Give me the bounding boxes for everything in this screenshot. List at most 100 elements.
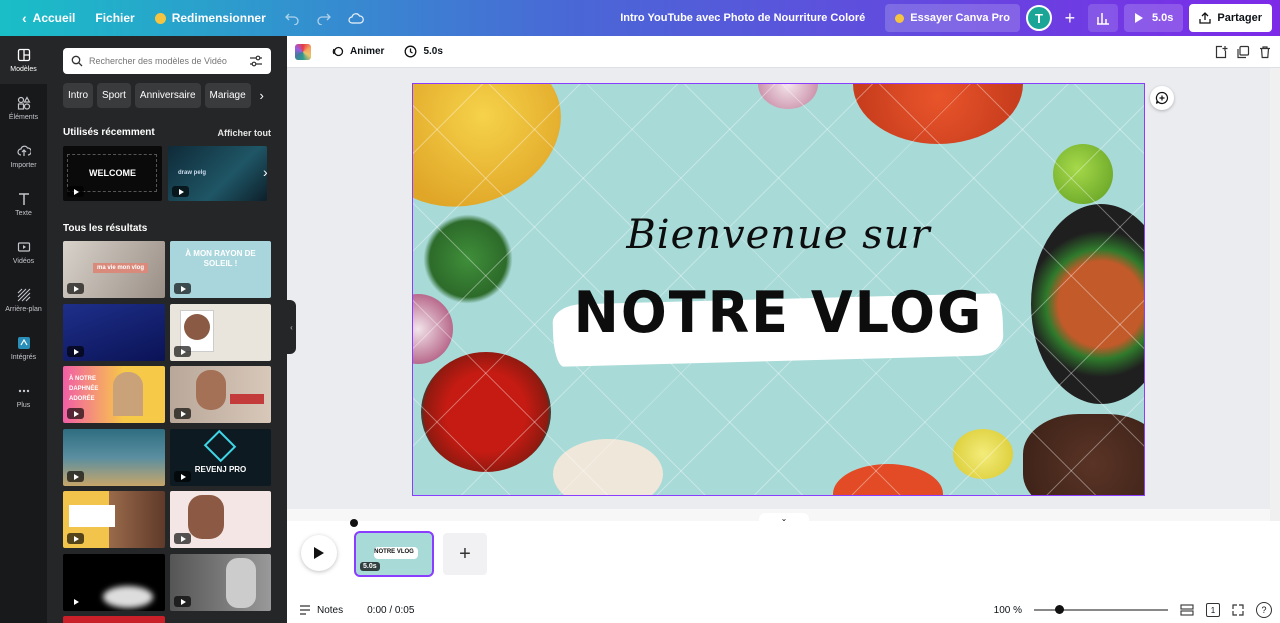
recent-template-welcome[interactable]: WELCOME — [63, 146, 162, 201]
show-all-link[interactable]: Afficher tout — [218, 128, 272, 138]
notes-label: Notes — [317, 604, 344, 616]
home-button[interactable]: ‹ Accueil — [12, 0, 85, 36]
file-label: Fichier — [95, 11, 135, 25]
upload-icon — [1199, 12, 1212, 24]
timeline-play-button[interactable] — [301, 535, 337, 571]
help-button[interactable]: ? — [1256, 602, 1272, 618]
duration-label: 5.0s — [423, 46, 443, 57]
zoom-slider-knob[interactable] — [1054, 605, 1064, 614]
avatar[interactable]: T — [1025, 5, 1052, 31]
playhead-marker[interactable] — [350, 519, 358, 527]
rail-item-more[interactable]: Plus — [0, 372, 47, 420]
recent-section-title: Utilisés récemment — [63, 127, 155, 138]
rail-item-background[interactable]: Arrière-plan — [0, 276, 47, 324]
template-thumb[interactable] — [170, 554, 271, 611]
file-menu[interactable]: Fichier — [85, 0, 144, 36]
grid-view-icon[interactable] — [1180, 604, 1194, 616]
trash-icon[interactable] — [1258, 45, 1272, 59]
template-thumb[interactable] — [63, 429, 165, 486]
rail-item-videos[interactable]: Vidéos — [0, 228, 47, 276]
template-thumb[interactable] — [63, 616, 165, 623]
undo-button[interactable] — [276, 0, 308, 36]
chip-anniversaire[interactable]: Anniversaire — [134, 83, 201, 108]
play-badge-icon — [67, 186, 84, 197]
redo-icon — [317, 13, 331, 25]
more-dots-icon — [18, 389, 29, 392]
timeline-toggle-button[interactable]: ⌄ — [759, 513, 809, 523]
document-title[interactable]: Intro YouTube avec Photo de Nourriture C… — [620, 12, 865, 24]
search-input[interactable] — [89, 56, 243, 66]
rail-item-integrations[interactable]: Intégrés — [0, 324, 47, 372]
timeline-clip[interactable]: NOTRE VLOG 5.0s — [354, 531, 434, 577]
play-badge-icon — [67, 283, 84, 294]
color-picker-button[interactable] — [295, 43, 311, 60]
filter-icon[interactable] — [249, 55, 263, 67]
insights-button[interactable] — [1087, 4, 1118, 32]
rail-label: Vidéos — [12, 257, 35, 265]
chevron-down-icon: ⌄ — [780, 513, 788, 523]
add-comment-button[interactable] — [1150, 86, 1174, 110]
preview-duration-label: 5.0s — [1151, 12, 1174, 24]
canvas-script-text[interactable]: Bienvenue sur — [413, 212, 1144, 258]
chip-sport[interactable]: Sport — [97, 83, 131, 108]
add-page-icon[interactable] — [1214, 45, 1228, 59]
duration-button[interactable]: 5.0s — [404, 36, 443, 67]
cloud-save-button[interactable] — [340, 0, 372, 36]
rail-item-upload[interactable]: Importer — [0, 132, 47, 180]
rail-label: Modèles — [10, 65, 37, 73]
play-icon — [1134, 13, 1143, 23]
template-thumb[interactable]: ma vie mon vlog — [63, 241, 165, 298]
play-badge-icon — [172, 186, 189, 197]
chip-intro[interactable]: Intro — [63, 83, 94, 108]
template-thumb[interactable] — [170, 304, 271, 361]
recent-template-draw[interactable]: draw pelg — [168, 146, 267, 201]
vertical-scrollbar[interactable] — [1270, 68, 1280, 521]
zoom-label: 100 % — [993, 604, 1022, 616]
preview-play-button[interactable]: 5.0s — [1123, 4, 1184, 32]
template-thumb[interactable]: REVENJ PRO — [170, 429, 271, 486]
thumb-text: WELCOME — [89, 168, 136, 178]
shapes-icon — [17, 95, 31, 110]
zoom-slider[interactable] — [1034, 605, 1168, 614]
cloud-upload-icon — [16, 145, 31, 156]
panel-collapse-button[interactable]: ‹ — [287, 300, 296, 354]
redo-button[interactable] — [308, 0, 340, 36]
share-button[interactable]: Partager — [1189, 4, 1272, 32]
design-canvas[interactable]: Bienvenue sur NOTRE VLOG — [412, 83, 1145, 496]
rail-label: Texte — [15, 209, 32, 217]
template-thumb[interactable] — [63, 554, 165, 611]
chip-mariage[interactable]: Mariage — [204, 83, 251, 108]
template-thumb[interactable] — [63, 304, 165, 361]
resize-label: Redimensionner — [171, 11, 266, 25]
template-search[interactable] — [63, 48, 271, 74]
template-thumb[interactable] — [170, 366, 271, 423]
template-thumb[interactable] — [170, 491, 271, 548]
canvas-main-title[interactable]: NOTRE VLOG — [413, 279, 1144, 345]
rail-item-templates[interactable]: Modèles — [0, 36, 47, 84]
template-thumb[interactable]: À MON RAYON DE SOLEIL ! — [170, 241, 271, 298]
add-clip-button[interactable]: + — [443, 533, 487, 575]
template-thumb[interactable]: À NOTRE DAPHNÉE ADORÉE — [63, 366, 165, 423]
resize-button[interactable]: Redimensionner — [145, 0, 276, 36]
duplicate-icon[interactable] — [1236, 45, 1250, 59]
canvas-page[interactable]: Bienvenue sur NOTRE VLOG — [413, 84, 1144, 495]
page-count-badge[interactable]: 1 — [1206, 603, 1220, 617]
notes-button[interactable]: Notes — [299, 605, 343, 616]
rail-item-elements[interactable]: Éléments — [0, 84, 47, 132]
play-badge-icon — [174, 471, 191, 482]
crown-icon — [895, 13, 905, 23]
chips-next-button[interactable]: › — [255, 83, 269, 108]
text-icon — [18, 192, 29, 205]
animate-button[interactable]: Animer — [331, 36, 384, 67]
fullscreen-icon[interactable] — [1232, 604, 1244, 616]
add-collaborator-button[interactable]: + — [1058, 6, 1082, 30]
help-icon: ? — [1261, 605, 1267, 615]
try-pro-button[interactable]: Essayer Canva Pro — [885, 4, 1020, 32]
template-thumb[interactable] — [63, 491, 165, 548]
home-label: Accueil — [32, 11, 76, 25]
recent-next-icon[interactable]: › — [263, 164, 268, 180]
play-badge-icon — [174, 346, 191, 357]
rail-item-text[interactable]: Texte — [0, 180, 47, 228]
timeline: ⌄ NOTRE VLOG 5.0s + — [287, 513, 1280, 597]
undo-icon — [284, 13, 299, 25]
